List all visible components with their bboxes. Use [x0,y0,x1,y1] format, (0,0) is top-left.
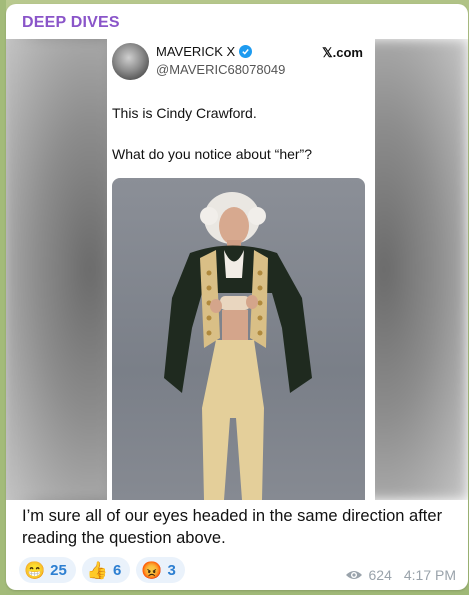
reaction-thumbs-up[interactable]: 👍 6 [81,557,131,583]
tweet-screenshot: MAVERICK X @MAVERIC68078049 𝕏.com This i… [107,39,375,500]
angry-face-icon: 😡 [141,560,163,580]
tweet-text-line-1: This is Cindy Crawford. [112,105,257,121]
avatar [112,43,149,80]
message-caption: I’m sure all of our eyes headed in the s… [22,507,443,547]
reaction-count: 25 [50,561,67,579]
view-count: 624 [368,567,392,583]
tweet-photo [112,178,365,500]
verified-badge-icon [239,45,253,58]
views-eye-icon [345,571,362,579]
tweet-display-name: MAVERICK X [156,44,236,59]
channel-name[interactable]: DEEP DIVES [22,14,120,32]
reaction-count: 3 [167,561,176,579]
x-logo: 𝕏.com [322,45,363,60]
message-media[interactable]: MAVERICK X @MAVERIC68078049 𝕏.com This i… [6,39,468,500]
tweet-text-line-2: What do you notice about “her”? [112,146,313,162]
grinning-face-icon: 😁 [24,560,46,580]
media-blur-left [6,39,111,500]
tweet-handle: @MAVERIC68078049 [156,62,286,77]
media-blur-right [363,39,468,500]
reaction-grin[interactable]: 😁 25 [19,557,76,583]
tweet-author: MAVERICK X [156,44,253,59]
message-meta: 624 4:17 PM [345,567,456,583]
costumed-figure-image [164,192,312,500]
reaction-angry[interactable]: 😡 3 [136,557,185,583]
reaction-count: 6 [113,561,122,579]
message-bubble[interactable]: DEEP DIVES MAVERICK X @MAVERIC68078049 𝕏… [6,4,468,590]
thumbs-up-icon: 👍 [86,560,109,580]
reactions-bar: 😁 25 👍 6 😡 3 [19,557,185,583]
message-time: 4:17 PM [403,567,456,583]
